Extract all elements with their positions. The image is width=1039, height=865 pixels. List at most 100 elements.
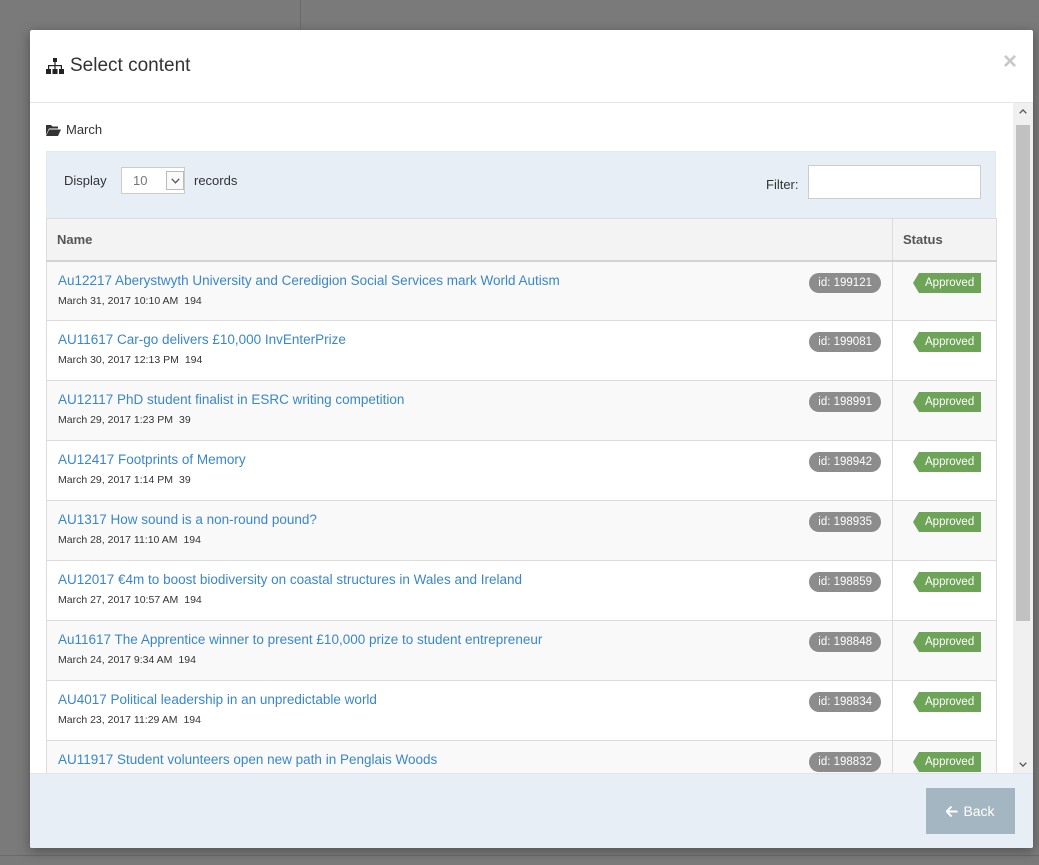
table-controls: Display 10 records Filter: bbox=[46, 151, 996, 218]
close-button[interactable]: × bbox=[1003, 50, 1017, 74]
table-row[interactable]: AU12117 PhD student finalist in ESRC wri… bbox=[46, 380, 997, 441]
name-cell: AU12117 PhD student finalist in ESRC wri… bbox=[46, 380, 893, 441]
back-button-label: Back bbox=[963, 803, 995, 819]
content-title-link[interactable]: AU11917 Student volunteers open new path… bbox=[58, 752, 882, 767]
back-button[interactable]: Back bbox=[926, 788, 1015, 834]
content-table-panel: Display 10 records Filter: Name Status A… bbox=[46, 151, 997, 773]
status-cell: Approved bbox=[892, 620, 997, 681]
content-date: March 29, 2017 1:23 PM bbox=[58, 414, 173, 426]
folder-name: March bbox=[66, 122, 103, 137]
sitemap-icon bbox=[46, 58, 64, 74]
scroll-up-arrow[interactable] bbox=[1013, 103, 1033, 120]
content-count: 194 bbox=[184, 294, 202, 307]
page-size-value: 10 bbox=[133, 173, 148, 188]
table-header-row: Name Status bbox=[46, 218, 997, 262]
scroll-down-arrow[interactable] bbox=[1013, 756, 1033, 773]
display-label: Display bbox=[64, 173, 107, 188]
column-header-name[interactable]: Name bbox=[46, 218, 893, 262]
content-table: Name Status Au12217 Aberystwyth Universi… bbox=[46, 218, 997, 773]
status-cell: Approved bbox=[892, 500, 997, 561]
content-meta: March 23, 2017 11:29 AM 194 bbox=[58, 714, 882, 726]
status-badge: Approved bbox=[912, 512, 982, 532]
table-row[interactable]: AU12017 €4m to boost biodiversity on coa… bbox=[46, 560, 997, 621]
arrow-left-icon bbox=[946, 805, 958, 817]
content-date: March 23, 2017 11:29 AM bbox=[58, 714, 178, 726]
id-badge: id: 198832 bbox=[809, 752, 881, 772]
backdrop-divider bbox=[300, 0, 301, 30]
table-row[interactable]: AU1317 How sound is a non-round pound? Ma… bbox=[46, 500, 997, 561]
content-count: 194 bbox=[183, 714, 201, 726]
status-cell: Approved bbox=[892, 560, 997, 621]
modal-footer: Back bbox=[30, 773, 1033, 848]
content-title-link[interactable]: AU12017 €4m to boost biodiversity on coa… bbox=[58, 572, 882, 587]
content-count: 39 bbox=[178, 414, 191, 426]
chevron-down-icon bbox=[166, 171, 184, 190]
id-badge: id: 199121 bbox=[809, 272, 881, 293]
content-count: 194 bbox=[184, 354, 203, 366]
table-row[interactable]: AU12417 Footprints of Memory March 29, 20… bbox=[46, 440, 997, 501]
content-date: March 24, 2017 9:34 AM bbox=[58, 654, 173, 666]
table-row[interactable]: AU11917 Student volunteers open new path… bbox=[46, 740, 997, 773]
name-cell: AU12417 Footprints of Memory March 29, 20… bbox=[46, 440, 893, 501]
name-cell: AU1317 How sound is a non-round pound? Ma… bbox=[46, 500, 893, 561]
column-header-status[interactable]: Status bbox=[892, 218, 997, 262]
content-meta: March 27, 2017 10:57 AM 194 bbox=[58, 594, 882, 606]
filter-input[interactable] bbox=[808, 165, 981, 199]
id-badge: id: 198991 bbox=[809, 392, 881, 412]
select-content-modal: Select content × March Display 10 record… bbox=[30, 30, 1033, 848]
content-meta: March 29, 2017 1:23 PM 39 bbox=[58, 414, 882, 426]
content-date: March 27, 2017 10:57 AM bbox=[58, 594, 179, 606]
page-size-select[interactable]: 10 bbox=[121, 167, 185, 194]
content-title-link[interactable]: AU1317 How sound is a non-round pound? bbox=[58, 512, 882, 527]
status-badge: Approved bbox=[912, 392, 982, 412]
folder-open-icon bbox=[46, 124, 61, 136]
id-badge: id: 198848 bbox=[809, 632, 881, 652]
content-meta: March 30, 2017 12:13 PM 194 bbox=[58, 354, 882, 366]
scrollbar-thumb[interactable] bbox=[1016, 125, 1030, 621]
content-count: 194 bbox=[183, 534, 201, 546]
id-badge: id: 198859 bbox=[809, 572, 881, 592]
id-badge: id: 198942 bbox=[809, 452, 881, 472]
status-badge: Approved bbox=[912, 692, 982, 712]
name-cell: Au12217 Aberystwyth University and Cered… bbox=[46, 260, 893, 321]
content-title-link[interactable]: AU4017 Political leadership in an unpred… bbox=[58, 692, 882, 707]
content-date: March 29, 2017 1:14 PM bbox=[58, 474, 173, 486]
content-count: 194 bbox=[178, 654, 196, 666]
name-cell: Au11617 The Apprentice winner to present… bbox=[46, 620, 893, 681]
content-count: 194 bbox=[184, 594, 202, 606]
content-title-link[interactable]: AU11617 Car-go delivers £10,000 InvEnter… bbox=[58, 332, 882, 347]
name-cell: AU12017 €4m to boost biodiversity on coa… bbox=[46, 560, 893, 621]
content-meta: March 31, 2017 10:10 AM 194 bbox=[58, 295, 882, 307]
status-badge: Approved bbox=[912, 572, 982, 592]
table-row[interactable]: Au11617 The Apprentice winner to present… bbox=[46, 620, 997, 681]
table-row[interactable]: AU11617 Car-go delivers £10,000 InvEnter… bbox=[46, 320, 997, 381]
content-meta: March 29, 2017 1:14 PM 39 bbox=[58, 474, 882, 486]
content-meta: March 28, 2017 11:10 AM 194 bbox=[58, 534, 882, 546]
content-title-link[interactable]: AU12417 Footprints of Memory bbox=[58, 452, 882, 467]
content-date: March 31, 2017 10:10 AM bbox=[58, 294, 179, 307]
content-count: 39 bbox=[178, 474, 191, 486]
table-body: Au12217 Aberystwyth University and Cered… bbox=[46, 260, 997, 773]
vertical-scrollbar[interactable] bbox=[1013, 103, 1033, 773]
content-title-link[interactable]: AU12117 PhD student finalist in ESRC wri… bbox=[58, 392, 882, 407]
status-cell: Approved bbox=[892, 740, 997, 773]
table-row[interactable]: AU4017 Political leadership in an unpred… bbox=[46, 680, 997, 741]
status-badge: Approved bbox=[912, 752, 982, 772]
filter-label: Filter: bbox=[766, 177, 799, 192]
content-title-link[interactable]: Au12217 Aberystwyth University and Cered… bbox=[58, 273, 882, 288]
backdrop-divider bbox=[0, 855, 1039, 856]
chevron-down-icon bbox=[1019, 762, 1027, 767]
id-badge: id: 199081 bbox=[809, 332, 881, 352]
status-badge: Approved bbox=[912, 632, 982, 652]
modal-body: March Display 10 records Filter: Name St… bbox=[30, 103, 1033, 773]
records-label: records bbox=[194, 173, 238, 188]
status-cell: Approved bbox=[892, 260, 997, 321]
status-badge: Approved bbox=[912, 272, 982, 293]
content-date: March 30, 2017 12:13 PM bbox=[58, 354, 179, 366]
modal-header: Select content × bbox=[30, 30, 1033, 103]
folder-breadcrumb[interactable]: March bbox=[46, 122, 102, 137]
table-row[interactable]: Au12217 Aberystwyth University and Cered… bbox=[46, 260, 997, 321]
status-cell: Approved bbox=[892, 680, 997, 741]
content-title-link[interactable]: Au11617 The Apprentice winner to present… bbox=[58, 632, 882, 647]
content-date: March 28, 2017 11:10 AM bbox=[58, 534, 178, 546]
